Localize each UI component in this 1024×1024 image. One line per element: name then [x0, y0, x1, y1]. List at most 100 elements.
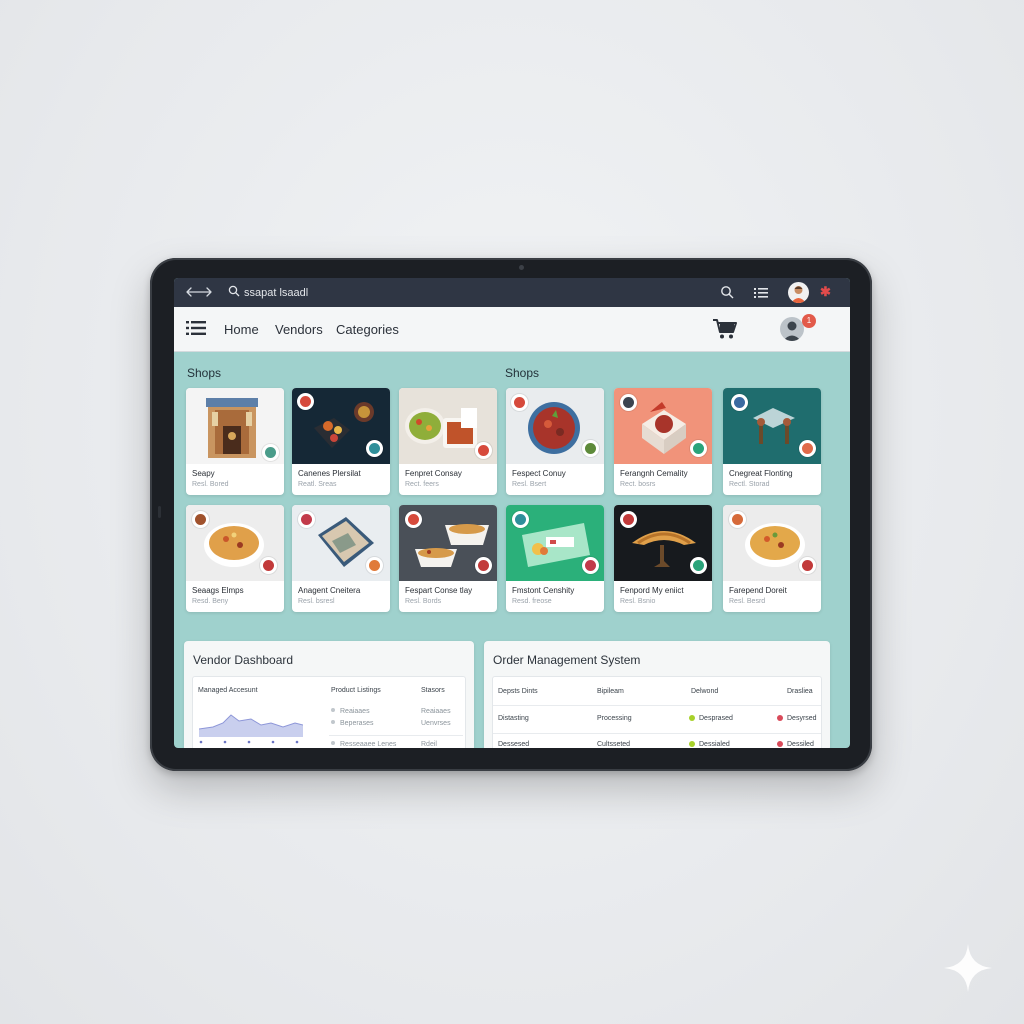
divider — [329, 735, 463, 736]
sparkle-icon — [944, 944, 992, 997]
shop-card[interactable]: Fespect Conuy Resl. Bsert — [506, 388, 604, 495]
vendor-badge-icon — [620, 511, 637, 528]
badge-dot — [265, 447, 276, 458]
section-title-shops: Shops — [505, 366, 540, 380]
status-label: Dessialed — [699, 741, 730, 748]
shop-title: Canenes Plersilat — [298, 469, 361, 478]
column-header: Managed Accesunt — [198, 687, 258, 694]
vendor-badge-icon — [262, 444, 279, 461]
close-icon[interactable]: ✱ — [820, 284, 831, 300]
vendor-badge-icon — [690, 440, 707, 457]
shop-card[interactable]: Cnegreat Flonting Rectl. Storad — [723, 388, 821, 495]
vendor-badge-icon — [582, 557, 599, 574]
column-header: Stasors — [421, 687, 445, 694]
status-badge: Desyrsed — [777, 715, 817, 722]
vendor-dashboard-title: Vendor Dashboard — [193, 653, 294, 667]
status-label: Dessiled — [787, 741, 814, 748]
shop-title: Seapy — [192, 469, 215, 478]
menu-icon[interactable] — [186, 321, 206, 340]
shop-card[interactable]: Seaags Elmps Resd. Beny — [186, 505, 284, 612]
shop-card[interactable]: Farepend Doreit Resl. Besrd — [723, 505, 821, 612]
status-badge: Desprased — [689, 715, 733, 722]
vendor-badge-icon — [512, 511, 529, 528]
shop-card[interactable]: Anagent Cneitera Resl. bsresl — [292, 505, 390, 612]
shop-title: Fenpret Consay — [405, 469, 462, 478]
shop-card[interactable]: Seapy Resl. Bored — [186, 388, 284, 495]
status-text: Reaiaaes — [421, 708, 451, 715]
vendor-badge-icon — [475, 442, 492, 459]
list-item: Resseaaee Lenes — [331, 741, 396, 748]
shop-subtitle: Rect. bosrs — [620, 481, 656, 488]
nav-categories[interactable]: Categories — [336, 322, 399, 337]
back-forward-icon[interactable] — [186, 285, 212, 304]
shop-subtitle: Resl. Bsert — [512, 481, 547, 488]
order-cell: Processing — [597, 715, 632, 722]
vendor-badge-icon — [192, 511, 209, 528]
status-label: Desprased — [699, 715, 733, 722]
shop-subtitle: Resl. bsresl — [298, 598, 335, 605]
order-cell: Cultsseted — [597, 741, 631, 748]
accounts-sparkline — [198, 707, 304, 748]
status-text: Rdeil — [421, 741, 437, 748]
vendor-badge-icon — [690, 557, 707, 574]
order-cell: Distasting — [498, 715, 529, 722]
shop-title: Farepend Doreit — [729, 586, 787, 595]
tablet-frame: ssapat lsaadl ✱ Home Vendors Categories — [150, 258, 872, 771]
shop-card[interactable]: Fenpord My eniict Resl. Bsnio — [614, 505, 712, 612]
shop-card[interactable]: Fespart Conse tlay Resl. Bords — [399, 505, 497, 612]
shop-subtitle: Resl. Bsnio — [620, 598, 656, 605]
top-bar: ssapat lsaadl ✱ — [174, 278, 850, 307]
shop-title: Fenpord My eniict — [620, 586, 684, 595]
shop-subtitle: Resl. Bords — [405, 598, 442, 605]
order-cell: Dessesed — [498, 741, 530, 748]
shop-card[interactable]: Canenes Plersilat Reatl. Sreas — [292, 388, 390, 495]
shop-card[interactable]: Fmstont Censhity Resd. freose — [506, 505, 604, 612]
shop-subtitle: Resd. freose — [512, 598, 552, 605]
vendor-badge-icon — [260, 557, 277, 574]
avatar[interactable] — [788, 282, 809, 303]
divider — [493, 705, 821, 706]
vendor-badge-icon — [511, 394, 528, 411]
vendor-badge-icon — [729, 511, 746, 528]
vendor-badge-icon — [620, 394, 637, 411]
product-listing: Reaiaaes — [340, 708, 370, 715]
shop-subtitle: Reatl. Sreas — [298, 481, 337, 488]
column-header: Bipileam — [597, 688, 624, 695]
list-item: Reaiaaes — [331, 708, 370, 715]
cart-icon[interactable] — [712, 318, 738, 345]
product-listing: Resseaaee Lenes — [340, 741, 397, 748]
search-icon[interactable] — [720, 285, 734, 304]
shop-title: Fmstont Censhity — [512, 586, 575, 595]
vendor-badge-icon — [799, 440, 816, 457]
search-icon — [228, 285, 240, 300]
status-dot — [777, 741, 783, 747]
status-text: Uenvrses — [421, 720, 451, 727]
side-button — [158, 506, 161, 518]
shop-card[interactable]: Ferangnh Cemality Rect. bosrs — [614, 388, 712, 495]
divider — [493, 733, 821, 734]
list-icon[interactable] — [754, 286, 768, 304]
status-dot — [689, 741, 695, 747]
address-search[interactable]: ssapat lsaadl — [228, 285, 308, 300]
shop-title: Seaags Elmps — [192, 586, 244, 595]
shop-subtitle: Rectl. Storad — [729, 481, 770, 488]
nav-vendors[interactable]: Vendors — [275, 322, 323, 337]
shop-card[interactable]: Fenpret Consay Rect. feers — [399, 388, 497, 495]
vendor-badge-icon — [475, 557, 492, 574]
nav-home[interactable]: Home — [224, 322, 259, 337]
status-badge: Dessiled — [777, 741, 814, 748]
vendor-badge-icon — [298, 511, 315, 528]
vendor-badge-icon — [297, 393, 314, 410]
shop-title: Anagent Cneitera — [298, 586, 361, 595]
camera — [519, 265, 524, 270]
status-dot — [689, 715, 695, 721]
shop-subtitle: Resl. Besrd — [729, 598, 766, 605]
vendor-dashboard-table: Managed Accesunt Product Listings Stasor… — [192, 676, 466, 748]
order-management-title: Order Management System — [493, 653, 641, 667]
section-title-shops: Shops — [187, 366, 222, 380]
screen: ssapat lsaadl ✱ Home Vendors Categories — [174, 278, 850, 748]
column-header: Product Listings — [331, 687, 381, 694]
shop-title: Ferangnh Cemality — [620, 469, 688, 478]
order-management-panel: Order Management System Depsts Dints Bip… — [484, 641, 830, 748]
user-avatar[interactable] — [780, 317, 804, 341]
